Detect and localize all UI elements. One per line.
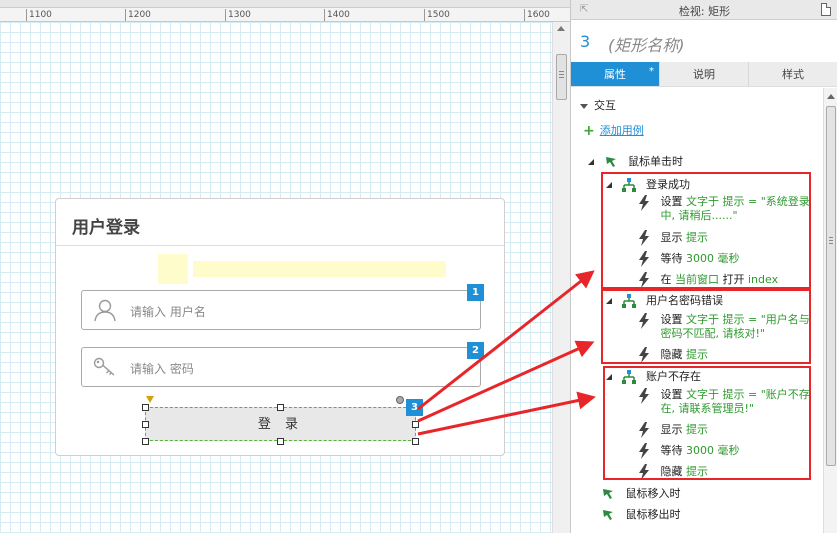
- scroll-thumb[interactable]: [826, 106, 836, 466]
- event-mouse-enter[interactable]: 鼠标移入时: [601, 485, 681, 501]
- event-label: 鼠标单击时: [628, 155, 683, 168]
- rotate-handle[interactable]: [396, 396, 404, 404]
- ruler-tick: [524, 9, 525, 21]
- footnote-badge: 2: [467, 342, 484, 359]
- tab-label: 属性: [604, 68, 626, 81]
- collapse-icon[interactable]: [580, 103, 588, 109]
- ruler-strip: [0, 0, 570, 8]
- resize-handle[interactable]: [142, 438, 149, 445]
- username-placeholder: 请输入 用户名: [130, 305, 206, 319]
- username-input[interactable]: 请输入 用户名: [81, 290, 481, 330]
- ruler-tick: [424, 9, 425, 21]
- add-case-label: 添加用例: [599, 124, 644, 137]
- key-icon: [93, 357, 115, 376]
- ruler-tick: [26, 9, 27, 21]
- inspector-tabs: 属性 * 说明 样式: [571, 62, 837, 87]
- tab-label: 说明: [693, 68, 715, 81]
- modified-star: *: [649, 66, 654, 77]
- resize-handle[interactable]: [142, 421, 149, 428]
- anchor-triangle-handle[interactable]: [146, 396, 154, 403]
- login-title: 用户登录: [72, 218, 140, 238]
- event-mouse-leave[interactable]: 鼠标移出时: [601, 506, 681, 522]
- resize-handle[interactable]: [412, 438, 419, 445]
- tab-label: 样式: [782, 68, 804, 81]
- resize-handle[interactable]: [412, 421, 419, 428]
- password-placeholder: 请输入 密码: [130, 362, 194, 376]
- panel-scrollbar[interactable]: [823, 88, 837, 533]
- panel-header: ⇱ 检视: 矩形: [571, 0, 837, 20]
- footnote-badge: 3: [406, 399, 423, 416]
- canvas-scrollbar[interactable]: [552, 22, 570, 533]
- cursor-event-icon: [603, 510, 613, 520]
- ruler-label: 1500: [427, 10, 450, 20]
- plus-icon: +: [583, 123, 595, 139]
- ruler-label: 1100: [29, 10, 52, 20]
- login-button[interactable]: 登 录: [145, 407, 416, 441]
- section-label: 交互: [594, 99, 616, 112]
- inspector-panel: ⇱ 检视: 矩形 3 (矩形名称) 属性 * 说明 样式 交互 + 添加用例 鼠标…: [570, 0, 837, 533]
- resize-handle[interactable]: [277, 404, 284, 411]
- panel-title: 检视: 矩形: [678, 5, 731, 18]
- highlight-box: [601, 172, 811, 289]
- resize-handle[interactable]: [142, 404, 149, 411]
- password-input[interactable]: 请输入 密码: [81, 347, 481, 387]
- highlight-box: [603, 366, 811, 480]
- design-canvas[interactable]: 1100 1200 1300 1400 1500 1600 用户登录 请输入 用…: [0, 0, 570, 533]
- footnote-badge: 1: [467, 284, 484, 301]
- cursor-event-icon: [603, 489, 613, 499]
- ruler-tick: [125, 9, 126, 21]
- ruler-label: 1400: [327, 10, 350, 20]
- highlight-box: [601, 289, 811, 364]
- scroll-thumb[interactable]: [556, 54, 567, 100]
- tab-properties[interactable]: 属性 *: [571, 62, 660, 86]
- add-case-link[interactable]: + 添加用例: [583, 122, 644, 139]
- shape-number: 3: [580, 32, 591, 51]
- scroll-up-icon[interactable]: [557, 26, 565, 31]
- user-icon: [94, 299, 116, 322]
- tab-notes[interactable]: 说明: [660, 62, 749, 86]
- ruler-tick: [324, 9, 325, 21]
- event-label: 鼠标移入时: [625, 487, 681, 500]
- scroll-up-icon[interactable]: [827, 94, 835, 99]
- expand-icon[interactable]: [588, 159, 594, 165]
- interaction-tree: 交互 + 添加用例 鼠标单击时 登录成功 设置 文字于 提示 = "系统登录 中, …: [571, 92, 823, 533]
- event-on-click[interactable]: 鼠标单击时: [588, 153, 683, 169]
- hint-icon-placeholder[interactable]: [158, 254, 188, 284]
- hint-text-placeholder[interactable]: [193, 261, 446, 277]
- event-label: 鼠标移出时: [625, 508, 681, 521]
- ruler-label: 1200: [128, 10, 151, 20]
- resize-handle[interactable]: [277, 438, 284, 445]
- section-interactions[interactable]: 交互: [580, 97, 616, 113]
- tab-style[interactable]: 样式: [749, 62, 837, 86]
- horizontal-ruler: 1100 1200 1300 1400 1500 1600: [0, 0, 570, 22]
- ruler-label: 1600: [527, 10, 550, 20]
- ruler-tick: [225, 9, 226, 21]
- shape-name-input[interactable]: (矩形名称): [608, 32, 685, 56]
- ruler-label: 1300: [228, 10, 251, 20]
- login-divider: [56, 245, 504, 246]
- document-icon[interactable]: [821, 3, 831, 16]
- cursor-event-icon: [605, 157, 616, 167]
